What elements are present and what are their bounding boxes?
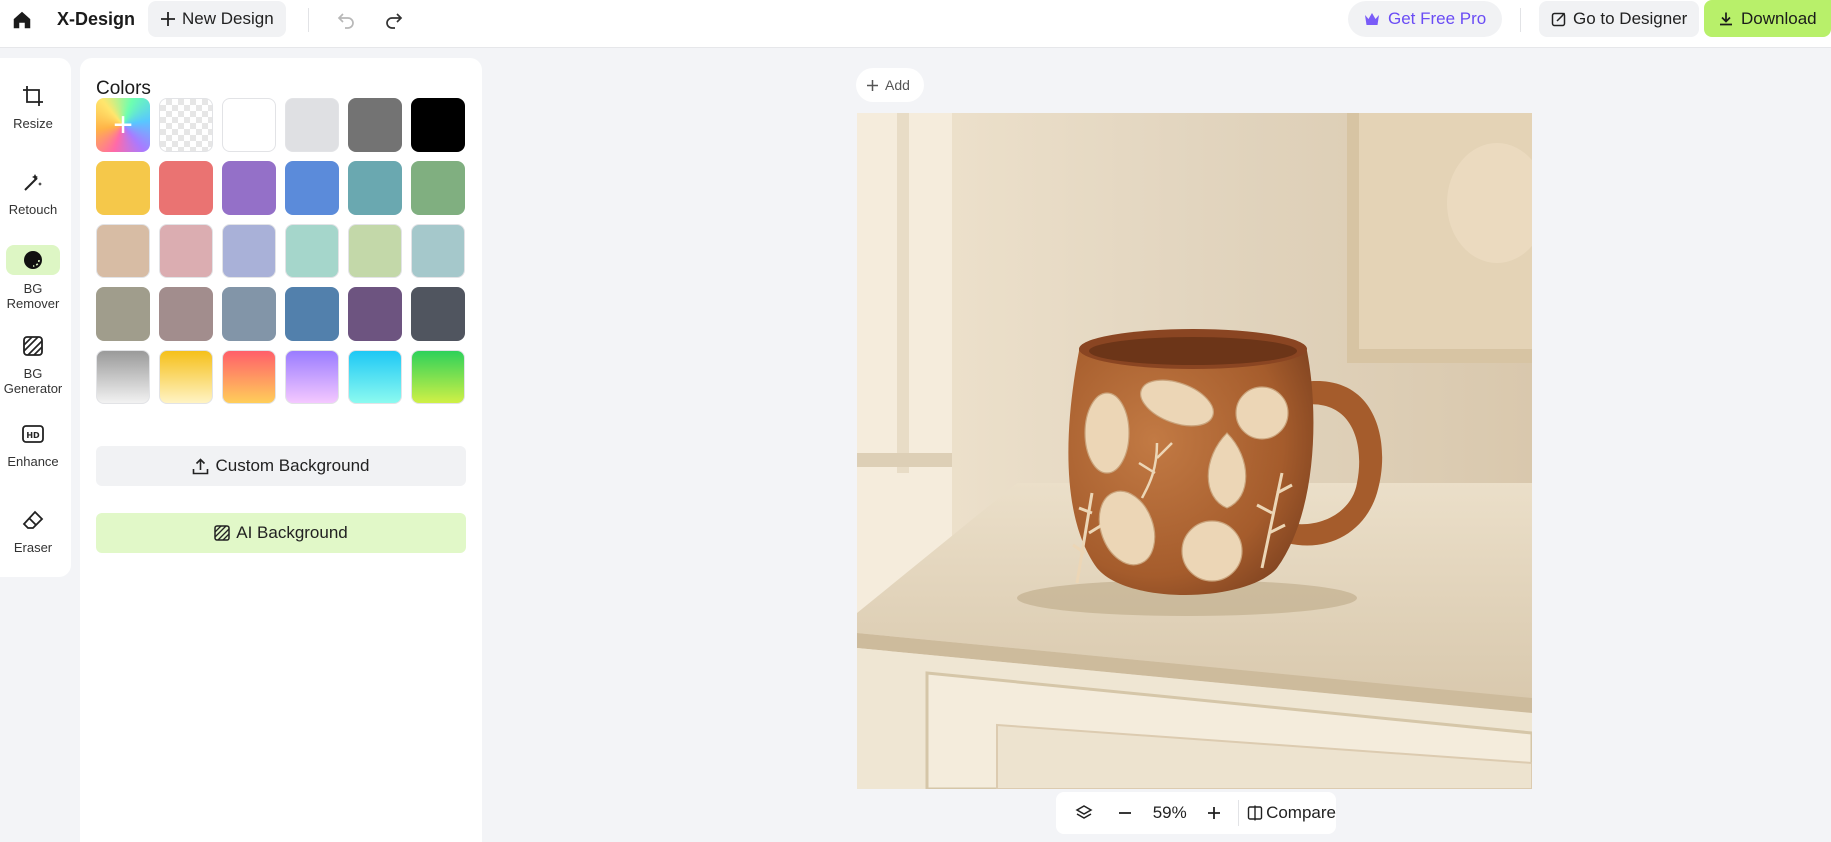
color-swatch[interactable] bbox=[222, 161, 276, 215]
redo-button[interactable] bbox=[380, 6, 408, 34]
top-bar: X-Design New Design Get Free Pro Go to D… bbox=[0, 0, 1831, 48]
color-swatch[interactable] bbox=[348, 224, 402, 278]
zoom-out-button[interactable] bbox=[1111, 792, 1139, 834]
zoom-bar: 59% Compare bbox=[1056, 792, 1336, 834]
svg-text:HD: HD bbox=[26, 431, 40, 440]
tool-label: BG Generator bbox=[3, 366, 63, 396]
bg-generator-icon bbox=[19, 332, 47, 360]
color-swatch[interactable] bbox=[222, 287, 276, 341]
tool-label: BG Remover bbox=[6, 281, 60, 311]
tool-bg-generator[interactable]: BG Generator bbox=[0, 332, 66, 396]
download-button[interactable]: Download bbox=[1704, 0, 1831, 37]
add-custom-color-swatch[interactable]: + bbox=[96, 98, 150, 152]
tool-bg-remover[interactable]: BG Remover bbox=[0, 245, 66, 311]
layers-icon bbox=[1075, 805, 1093, 819]
divider bbox=[1520, 8, 1521, 32]
undo-button[interactable] bbox=[332, 6, 360, 34]
plus-icon bbox=[1208, 807, 1221, 819]
eraser-icon bbox=[19, 506, 47, 534]
tool-rail: Resize Retouch BG Remover BG Generator H… bbox=[0, 58, 71, 577]
color-swatch[interactable] bbox=[96, 161, 150, 215]
compare-button[interactable]: Compare bbox=[1247, 792, 1336, 834]
color-swatch[interactable] bbox=[285, 161, 339, 215]
upload-icon bbox=[193, 457, 209, 474]
plus-icon bbox=[867, 79, 878, 91]
go-to-designer-button[interactable]: Go to Designer bbox=[1539, 1, 1700, 37]
colors-panel: Colors + Custom Background AI Background bbox=[80, 58, 482, 842]
custom-background-label: Custom Background bbox=[215, 456, 370, 475]
divider bbox=[308, 8, 309, 32]
color-swatch[interactable] bbox=[348, 287, 402, 341]
download-label: Download bbox=[1741, 8, 1817, 28]
home-icon[interactable] bbox=[10, 8, 34, 32]
layers-button[interactable] bbox=[1056, 792, 1111, 834]
get-free-pro-button[interactable]: Get Free Pro bbox=[1348, 1, 1503, 37]
new-design-button[interactable]: New Design bbox=[148, 1, 286, 37]
color-swatch[interactable] bbox=[411, 287, 465, 341]
ai-background-button[interactable]: AI Background bbox=[96, 513, 466, 553]
crown-icon bbox=[1365, 13, 1379, 25]
color-swatch[interactable] bbox=[285, 224, 339, 278]
redo-icon bbox=[386, 13, 403, 29]
add-label: Add bbox=[885, 77, 910, 93]
tool-label: Resize bbox=[13, 116, 53, 131]
get-free-pro-label: Get Free Pro bbox=[1388, 9, 1487, 28]
add-button[interactable]: Add bbox=[856, 68, 924, 102]
color-swatch[interactable] bbox=[285, 350, 339, 404]
color-swatch[interactable] bbox=[96, 224, 150, 278]
undo-icon bbox=[337, 13, 354, 29]
bg-remover-icon bbox=[6, 245, 60, 275]
canvas-image[interactable] bbox=[857, 113, 1532, 789]
minus-icon bbox=[1119, 812, 1132, 814]
custom-background-button[interactable]: Custom Background bbox=[96, 446, 466, 486]
color-swatch[interactable] bbox=[285, 98, 339, 152]
color-swatch[interactable] bbox=[159, 350, 213, 404]
color-swatch[interactable] bbox=[348, 161, 402, 215]
transparent-swatch[interactable] bbox=[159, 98, 213, 152]
download-icon bbox=[1720, 12, 1732, 25]
color-swatch[interactable] bbox=[285, 287, 339, 341]
plus-icon bbox=[161, 12, 175, 26]
color-swatch[interactable] bbox=[411, 98, 465, 152]
tool-retouch[interactable]: Retouch bbox=[0, 168, 66, 217]
bg-generator-icon bbox=[214, 525, 230, 541]
color-swatch[interactable] bbox=[222, 350, 276, 404]
color-swatch[interactable] bbox=[159, 224, 213, 278]
color-swatch[interactable] bbox=[96, 287, 150, 341]
new-design-label: New Design bbox=[182, 9, 274, 28]
hd-icon: HD bbox=[19, 420, 47, 448]
color-swatch[interactable] bbox=[222, 224, 276, 278]
crop-icon bbox=[19, 82, 47, 110]
ai-background-label: AI Background bbox=[236, 523, 348, 542]
zoom-in-button[interactable] bbox=[1200, 792, 1228, 834]
color-swatch[interactable] bbox=[348, 98, 402, 152]
color-swatch[interactable] bbox=[411, 350, 465, 404]
color-swatch[interactable] bbox=[96, 350, 150, 404]
designer-icon bbox=[1551, 12, 1566, 27]
panel-title: Colors bbox=[96, 78, 151, 99]
tool-label: Enhance bbox=[7, 454, 59, 469]
tool-enhance[interactable]: HD Enhance bbox=[0, 420, 66, 469]
divider bbox=[1238, 800, 1240, 826]
tool-label: Retouch bbox=[8, 202, 58, 217]
color-swatch[interactable] bbox=[348, 350, 402, 404]
zoom-level: 59% bbox=[1152, 803, 1187, 822]
tool-eraser[interactable]: Eraser bbox=[0, 506, 66, 555]
magic-wand-icon bbox=[19, 168, 47, 196]
mug-photo bbox=[857, 113, 1532, 789]
color-swatch[interactable] bbox=[411, 224, 465, 278]
brand-name: X-Design bbox=[57, 9, 136, 29]
color-swatch[interactable] bbox=[159, 287, 213, 341]
go-to-designer-label: Go to Designer bbox=[1573, 9, 1688, 28]
compare-label: Compare bbox=[1266, 803, 1336, 822]
color-swatch[interactable] bbox=[411, 161, 465, 215]
tool-resize[interactable]: Resize bbox=[0, 82, 66, 131]
compare-icon bbox=[1247, 805, 1263, 821]
color-swatch[interactable] bbox=[222, 98, 276, 152]
tool-label: Eraser bbox=[13, 540, 53, 555]
color-swatch[interactable] bbox=[159, 161, 213, 215]
